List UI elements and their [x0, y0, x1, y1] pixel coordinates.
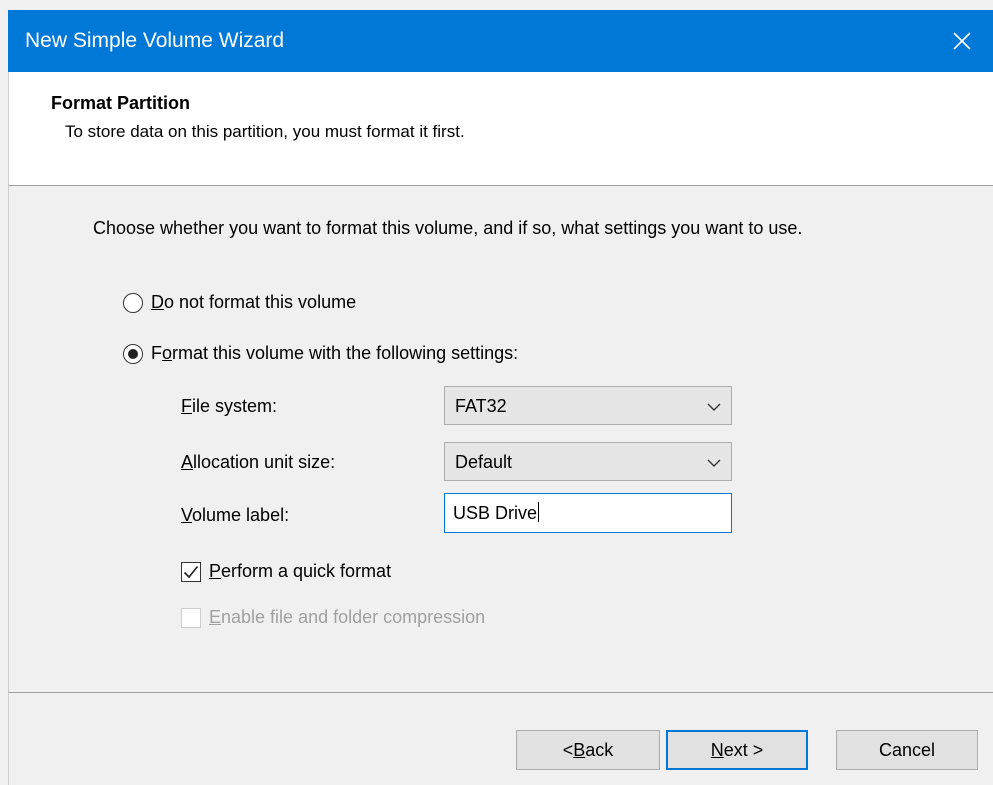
- file-system-label: File system:: [181, 396, 278, 416]
- next-button[interactable]: Next >: [666, 730, 808, 770]
- compression-checkbox: Enable file and folder compression: [181, 607, 485, 628]
- radio-no-format-indicator[interactable]: [123, 292, 143, 313]
- page-title: Format Partition: [51, 93, 191, 113]
- radio-no-format-label: Do not format this volume: [151, 292, 357, 312]
- wizard-window: New Simple Volume Wizard Format Partitio…: [0, 0, 993, 785]
- chevron-down-icon: [707, 455, 721, 473]
- title-bar: New Simple Volume Wizard: [8, 10, 993, 72]
- volume-label-value: USB Drive: [453, 502, 540, 523]
- cancel-button[interactable]: Cancel: [836, 730, 978, 770]
- quick-format-box[interactable]: [181, 561, 201, 582]
- intro-text: Choose whether you want to format this v…: [93, 218, 803, 238]
- file-system-select[interactable]: FAT32: [444, 386, 732, 425]
- radio-format-label: Format this volume with the following se…: [151, 343, 519, 363]
- volume-label-label: Volume label:: [181, 505, 290, 525]
- quick-format-checkbox[interactable]: Perform a quick format: [181, 561, 391, 582]
- compression-box: [181, 607, 201, 628]
- compression-label: Enable file and folder compression: [209, 607, 486, 627]
- volume-label-input[interactable]: USB Drive: [444, 493, 732, 533]
- chevron-down-icon: [707, 399, 721, 417]
- close-icon: [953, 32, 971, 50]
- checkmark-icon: [183, 565, 199, 578]
- file-system-value: FAT32: [455, 396, 507, 416]
- allocation-unit-label: Allocation unit size:: [181, 452, 336, 472]
- wizard-body: Choose whether you want to format this v…: [8, 186, 993, 692]
- wizard-header: Format Partition To store data on this p…: [8, 72, 993, 186]
- allocation-unit-value: Default: [455, 452, 513, 472]
- close-button[interactable]: [931, 10, 993, 72]
- wizard-footer: < Back Next > Cancel: [8, 692, 993, 785]
- quick-format-label: Perform a quick format: [209, 561, 392, 581]
- back-button[interactable]: < Back: [516, 730, 660, 770]
- page-subtitle: To store data on this partition, you mus…: [65, 122, 465, 141]
- radio-format[interactable]: Format this volume with the following se…: [123, 343, 518, 364]
- radio-format-indicator[interactable]: [123, 343, 143, 364]
- allocation-unit-select[interactable]: Default: [444, 442, 732, 481]
- radio-no-format[interactable]: Do not format this volume: [123, 292, 356, 313]
- window-title: New Simple Volume Wizard: [25, 29, 285, 52]
